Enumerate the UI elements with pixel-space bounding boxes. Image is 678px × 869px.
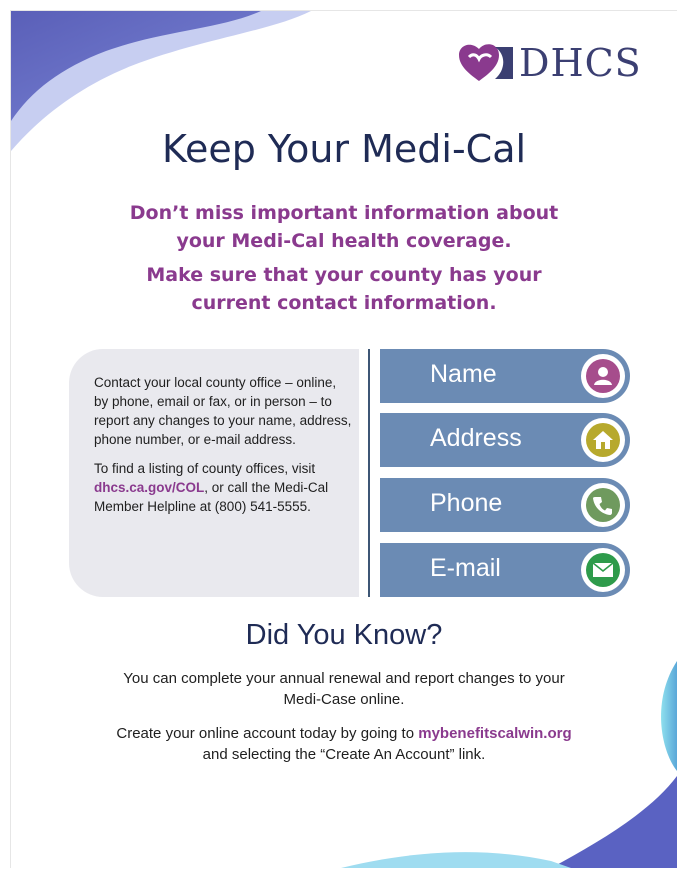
create-account-text: Create your online account today by goin…	[111, 723, 577, 765]
field-address: Address	[380, 413, 630, 467]
field-address-label: Address	[430, 424, 522, 452]
phone-icon	[581, 483, 625, 527]
renewal-info-text: You can complete your annual renewal and…	[123, 670, 565, 708]
create-account-text-end: and selecting the “Create An Account” li…	[202, 746, 486, 763]
home-icon	[581, 418, 625, 462]
logo-text: DHCS	[519, 41, 642, 85]
contact-paragraph-1: Contact your local county office – onlin…	[94, 375, 352, 447]
field-phone-label: Phone	[430, 489, 503, 517]
field-email: E-mail	[380, 543, 630, 597]
field-name: Name	[380, 349, 630, 403]
flyer-page: DHCS Keep Your Medi-Cal Don’t miss impor…	[10, 10, 677, 868]
person-icon	[581, 354, 625, 398]
create-account-text-start: Create your online account today by goin…	[116, 725, 419, 742]
field-name-label: Name	[430, 360, 497, 388]
did-you-know-title: Did You Know?	[245, 619, 443, 651]
bottom-right-wave	[551, 776, 677, 868]
divider-line	[368, 349, 370, 597]
dhcs-logo: DHCS	[455, 39, 655, 87]
subtitle-contact-info: Make sure that your county has your curr…	[146, 264, 542, 314]
field-phone: Phone	[380, 478, 630, 532]
heart-logo-icon	[459, 44, 513, 81]
benefits-calwin-link[interactable]: mybenefitscalwin.org	[418, 725, 571, 742]
bottom-wave-cyan	[341, 852, 571, 868]
page-title: Keep Your Medi-Cal	[161, 127, 527, 171]
county-offices-link[interactable]: dhcs.ca.gov/COL	[94, 480, 204, 495]
field-email-label: E-mail	[430, 554, 501, 582]
contact-text: Contact your local county office – onlin…	[94, 373, 354, 526]
contact-paragraph-2-start: To find a listing of county offices, vis…	[94, 461, 316, 476]
right-wave-cyan	[661, 661, 677, 771]
contact-info-box: Contact your local county office – onlin…	[69, 349, 359, 597]
envelope-icon	[581, 548, 625, 592]
subtitle-important-info: Don’t miss important information about y…	[129, 202, 559, 252]
contact-paragraph-2: To find a listing of county offices, vis…	[94, 459, 354, 516]
